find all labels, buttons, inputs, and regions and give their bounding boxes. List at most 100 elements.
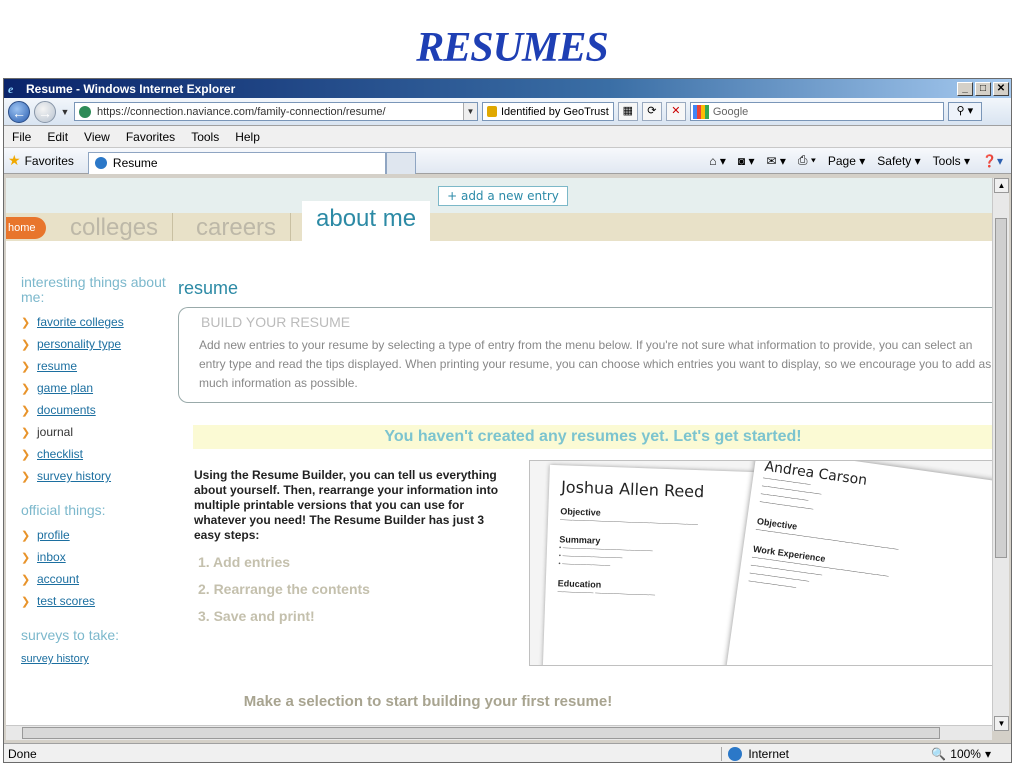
sidebar-link[interactable]: test scores	[37, 594, 95, 608]
scroll-up-icon[interactable]: ▲	[994, 178, 1009, 193]
sidebar-item-account[interactable]: ❯ account	[21, 568, 181, 590]
tab-about-me[interactable]: about me	[302, 201, 431, 241]
security-zone[interactable]: Internet	[721, 746, 871, 761]
horizontal-scroll-thumb[interactable]	[22, 727, 940, 739]
feeds-icon[interactable]: ◙ ▾	[738, 154, 755, 168]
address-dropdown-icon[interactable]: ▼	[463, 103, 477, 120]
menu-view[interactable]: View	[84, 130, 110, 144]
zoom-icon: 🔍	[931, 746, 947, 761]
zoom-level: 100%	[950, 746, 981, 761]
chevron-right-icon: ❯	[21, 316, 31, 329]
chevron-right-icon: ❯	[21, 360, 31, 373]
horizontal-scrollbar[interactable]	[6, 725, 992, 740]
lock-icon	[487, 106, 497, 117]
tab-colleges[interactable]: colleges	[56, 213, 174, 241]
tab-favicon-icon	[94, 157, 107, 169]
ie-logo-icon: e	[8, 81, 14, 96]
page-menu[interactable]: Page ▾	[828, 154, 865, 168]
sidebar-item-profile[interactable]: ❯ profile	[21, 524, 181, 546]
sidebar-link[interactable]: favorite colleges	[37, 315, 124, 329]
site-nav-tabs: home colleges careers about me	[6, 201, 992, 241]
add-new-entry-button[interactable]: + add a new entry	[438, 186, 568, 206]
sidebar-heading-interesting: interesting things about me:	[21, 274, 166, 305]
sidebar-link[interactable]: resume	[37, 359, 77, 373]
mail-icon[interactable]: ✉ ▾	[766, 154, 785, 168]
resume-builder-intro: Using the Resume Builder, you can tell u…	[194, 468, 502, 636]
step-3: 3. Save and print!	[198, 608, 315, 624]
sidebar-survey-history-link[interactable]: survey history	[21, 653, 89, 665]
search-button[interactable]: ⚲ ▾	[947, 102, 982, 121]
chevron-right-icon: ❯	[21, 338, 31, 351]
menu-favorites[interactable]: Favorites	[126, 130, 175, 144]
ie-window: e Resume - Windows Internet Explorer _ □…	[3, 78, 1012, 763]
forward-button[interactable]: →	[34, 100, 56, 123]
step-2: 2. Rearrange the contents	[198, 581, 370, 597]
sidebar-link[interactable]: journal	[37, 425, 73, 439]
tab-careers[interactable]: careers	[182, 213, 292, 241]
chevron-right-icon: ❯	[21, 529, 31, 542]
sidebar-link[interactable]: account	[37, 572, 79, 586]
search-placeholder: Google	[712, 105, 749, 118]
sidebar-link[interactable]: checklist	[37, 447, 83, 461]
sidebar-item-game-plan[interactable]: ❯ game plan	[21, 377, 181, 399]
sidebar-link[interactable]: game plan	[37, 381, 93, 395]
window-titlebar[interactable]: e Resume - Windows Internet Explorer _ □…	[4, 79, 1011, 98]
print-icon[interactable]: ⎙ ▾	[798, 153, 816, 168]
home-tab[interactable]: home	[6, 217, 46, 239]
help-icon[interactable]: ❓▾	[982, 154, 1003, 168]
build-resume-box: BUILD YOUR RESUME Add new entries to you…	[178, 307, 992, 403]
build-resume-heading: BUILD YOUR RESUME	[199, 314, 353, 330]
minimize-button[interactable]: _	[957, 81, 973, 96]
address-text[interactable]: https://connection.naviance.com/family-c…	[97, 106, 463, 118]
slide-title: RESUMES	[416, 25, 608, 71]
sidebar-item-test-scores[interactable]: ❯ test scores	[21, 590, 181, 612]
chevron-right-icon: ❯	[21, 448, 31, 461]
compatibility-icon[interactable]: ▦	[617, 102, 638, 121]
maximize-button[interactable]: □	[975, 81, 991, 96]
sidebar-item-journal[interactable]: ❯ journal	[21, 421, 181, 443]
tools-menu[interactable]: Tools ▾	[933, 154, 970, 168]
sidebar-item-inbox[interactable]: ❯ inbox	[21, 546, 181, 568]
menu-edit[interactable]: Edit	[47, 130, 68, 144]
new-tab-button[interactable]	[385, 151, 416, 174]
sidebar: interesting things about me: ❯ favorite c…	[21, 275, 181, 667]
browser-tab-resume[interactable]: Resume	[87, 151, 386, 174]
sidebar-link[interactable]: inbox	[37, 550, 66, 564]
sidebar-link[interactable]: personality type	[37, 337, 121, 351]
menu-file[interactable]: File	[12, 130, 31, 144]
back-button[interactable]: ←	[8, 100, 30, 123]
home-icon[interactable]: ⌂ ▾	[709, 154, 726, 168]
favorites-star-icon[interactable]: ★	[8, 152, 21, 169]
sidebar-item-favorite-colleges[interactable]: ❯ favorite colleges	[21, 311, 181, 333]
sidebar-link[interactable]: profile	[37, 528, 70, 542]
chevron-right-icon: ❯	[21, 595, 31, 608]
vertical-scroll-thumb[interactable]	[995, 218, 1007, 558]
scroll-down-icon[interactable]: ▼	[994, 716, 1009, 731]
internet-zone-icon	[728, 746, 743, 761]
sidebar-link[interactable]: documents	[37, 403, 96, 417]
safety-menu[interactable]: Safety ▾	[877, 154, 920, 168]
security-report[interactable]: Identified by GeoTrust	[482, 102, 614, 121]
menu-tools[interactable]: Tools	[191, 130, 219, 144]
chevron-right-icon: ❯	[21, 382, 31, 395]
page-viewport: + add a new entry home colleges careers …	[6, 178, 992, 731]
favorites-button[interactable]: Favorites	[25, 154, 74, 168]
security-label: Identified by GeoTrust	[501, 105, 609, 118]
sidebar-item-personality-type[interactable]: ❯ personality type	[21, 333, 181, 355]
sidebar-item-documents[interactable]: ❯ documents	[21, 399, 181, 421]
search-input[interactable]: Google	[689, 102, 944, 121]
sidebar-item-checklist[interactable]: ❯ checklist	[21, 443, 181, 465]
sidebar-item-survey-history[interactable]: ❯ survey history	[21, 465, 181, 487]
stop-icon[interactable]: ✕	[665, 102, 686, 121]
zoom-control[interactable]: 🔍 100% ▾	[931, 747, 1011, 761]
status-bar: Done Internet 🔍 100% ▾	[4, 743, 1011, 762]
menu-help[interactable]: Help	[235, 130, 260, 144]
zoom-dropdown-icon[interactable]: ▾	[985, 747, 991, 761]
sidebar-item-resume[interactable]: ❯ resume	[21, 355, 181, 377]
refresh-icon[interactable]: ⟳	[641, 102, 662, 121]
address-bar[interactable]: https://connection.naviance.com/family-c…	[74, 102, 478, 121]
close-button[interactable]: ✕	[993, 81, 1009, 96]
vertical-scrollbar[interactable]: ▲ ▼	[992, 178, 1009, 731]
sidebar-link[interactable]: survey history	[37, 469, 111, 483]
history-dropdown-icon[interactable]: ▼	[60, 107, 70, 117]
